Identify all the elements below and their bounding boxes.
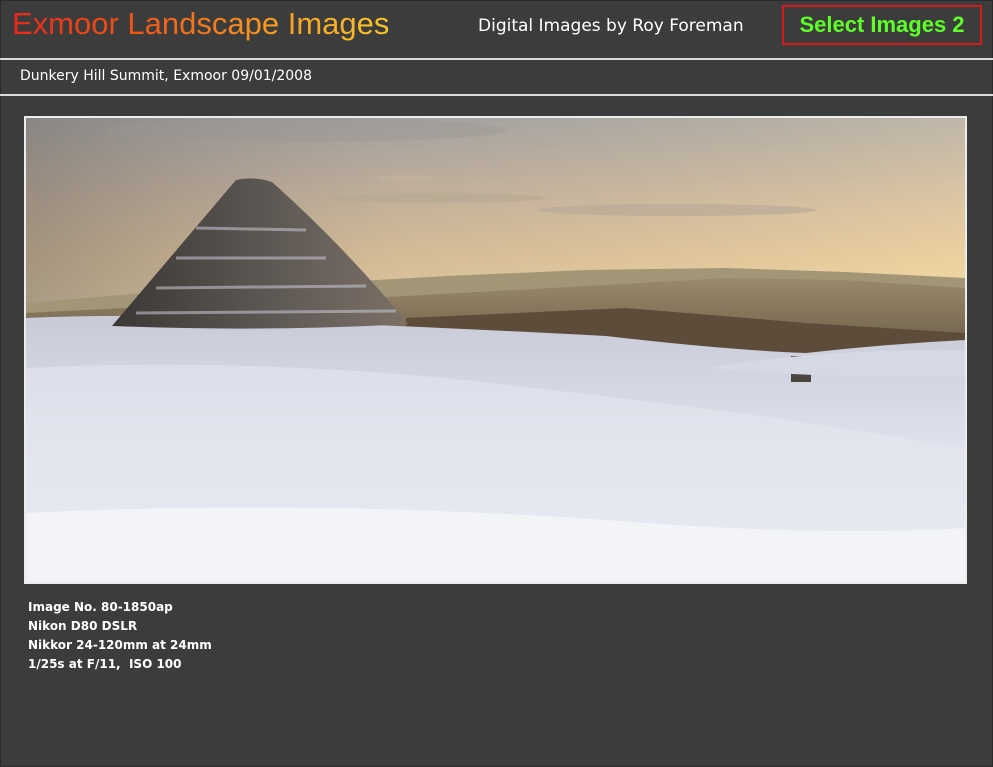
photo-image [26,118,965,582]
site-title[interactable]: Exmoor Landscape Images [12,6,389,42]
image-number: Image No. 80-1850ap [28,600,173,614]
camera-model: Nikon D80 DSLR [28,619,138,633]
header-divider [0,58,993,60]
photo-details: Image No. 80-1850ap Nikon D80 DSLR Nikko… [28,598,212,674]
landscape-photo [24,116,967,584]
lens-info: Nikkor 24-120mm at 24mm [28,638,212,652]
site-header: Exmoor Landscape Images Digital Images b… [0,0,993,58]
site-subtitle: Digital Images by Roy Foreman [478,16,744,36]
select-images-button[interactable]: Select Images 2 [782,5,982,45]
caption-divider [0,94,993,96]
photo-caption: Dunkery Hill Summit, Exmoor 09/01/2008 [20,68,312,84]
exposure-info: 1/25s at F/11, ISO 100 [28,657,182,671]
